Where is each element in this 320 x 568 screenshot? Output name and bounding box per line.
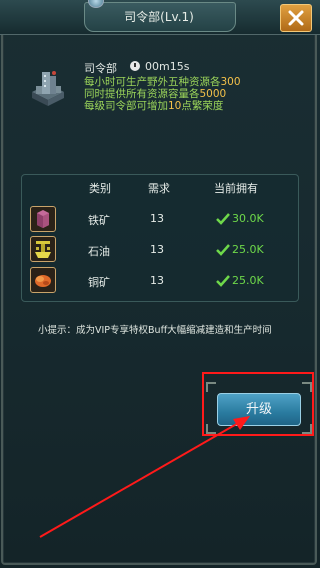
command-center-panel: 司令部(Lv.1) 司令部 00m15s 每小时可生产野外五种资源各300 同时…	[0, 0, 320, 568]
annotation-arrow-icon	[39, 416, 250, 538]
